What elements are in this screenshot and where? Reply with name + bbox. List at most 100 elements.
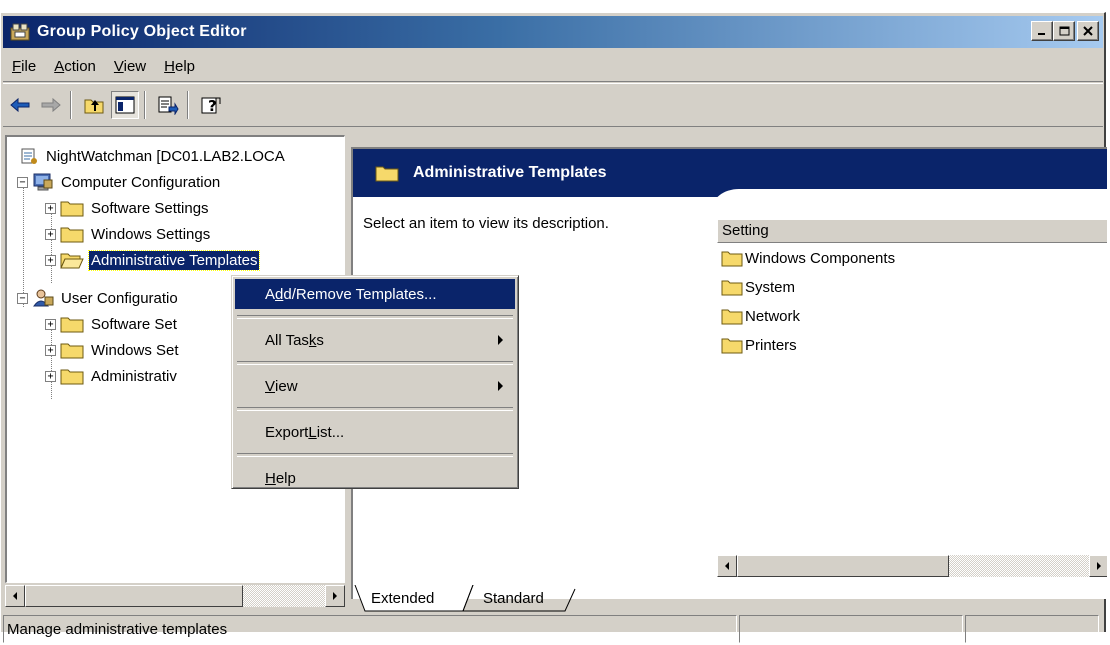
menu-file[interactable]: File [3, 58, 45, 75]
tree-label-user-configuration: User Configuratio [61, 289, 178, 307]
expand-icon[interactable]: + [45, 228, 56, 240]
triangle-left-icon [13, 592, 17, 600]
minimize-icon [1038, 33, 1045, 35]
tree-item-computer-configuration[interactable]: − Computer Configuration [17, 169, 222, 195]
folder-icon [721, 278, 743, 296]
tree-horizontal-scrollbar[interactable] [5, 585, 345, 607]
status-text: Manage administrative templates [3, 615, 737, 643]
list-item-label: Printers [745, 336, 797, 354]
tree-label-root: NightWatchman [DC01.LAB2.LOCA [46, 147, 285, 165]
folder-icon [721, 336, 743, 354]
tree-item-cc-administrative-templates[interactable]: + Administrative Templates [45, 247, 261, 273]
menu-accel: k [308, 331, 317, 349]
menu-item-view[interactable]: View [235, 371, 515, 401]
menu-view[interactable]: View [105, 58, 155, 75]
menu-action-label: ction [64, 57, 96, 75]
expand-icon[interactable]: + [45, 370, 56, 382]
expand-icon[interactable]: + [45, 344, 56, 356]
scroll-thumb[interactable] [737, 555, 949, 577]
minimize-button[interactable] [1031, 21, 1053, 41]
list-item[interactable]: Network [721, 303, 800, 329]
tree-item-user-configuration[interactable]: − User Configuratio [17, 285, 180, 311]
up-one-level-button[interactable] [80, 91, 108, 119]
close-button[interactable] [1077, 21, 1099, 41]
maximize-button[interactable] [1053, 21, 1075, 41]
scroll-left-button[interactable] [5, 585, 25, 607]
forward-arrow-icon [41, 97, 61, 113]
submenu-arrow-icon [498, 381, 503, 391]
menu-bar: File Action View Help [3, 51, 1103, 82]
menu-action[interactable]: Action [45, 58, 105, 75]
triangle-left-icon [725, 562, 729, 570]
tree-item-uc-software-settings[interactable]: + Software Set [45, 311, 179, 337]
show-hide-tree-icon [115, 96, 135, 114]
status-pane-3 [965, 615, 1099, 643]
list-item-label: Windows Components [745, 249, 896, 267]
menu-help[interactable]: Help [155, 58, 204, 75]
policy-scroll-icon [19, 146, 39, 166]
folder-icon [60, 199, 84, 217]
tree-item-root[interactable]: NightWatchman [DC01.LAB2.LOCA [19, 143, 287, 169]
folder-icon [721, 307, 743, 325]
tree-label-cc-windows-settings: Windows Settings [91, 225, 211, 243]
tree-item-cc-windows-settings[interactable]: + Windows Settings [45, 221, 212, 247]
menu-item-export-list[interactable]: Export List... [235, 417, 515, 447]
tree-item-cc-software-settings[interactable]: + Software Settings [45, 195, 211, 221]
menu-accel: d [275, 285, 284, 303]
status-pane-2 [739, 615, 963, 643]
details-header-title: Administrative Templates [413, 164, 607, 181]
scroll-left-button[interactable] [717, 555, 737, 577]
settings-list[interactable]: Setting Windows Components System Networ… [717, 217, 1107, 599]
expand-icon[interactable]: + [45, 318, 56, 330]
title-bar[interactable]: Group Policy Object Editor [3, 16, 1103, 48]
back-arrow-icon [10, 97, 30, 113]
scroll-right-button[interactable] [325, 585, 345, 607]
menu-text: Export [265, 423, 309, 441]
menu-view-label: iew [123, 57, 147, 75]
view-tabs: Extended Standard [351, 585, 1107, 613]
expand-icon[interactable]: + [45, 202, 56, 214]
menu-action-accel: A [54, 57, 65, 75]
scroll-thumb[interactable] [25, 585, 243, 607]
menu-file-label: ile [21, 57, 37, 75]
tree-label-uc-software-settings: Software Set [91, 315, 177, 333]
menu-text: All Tas [265, 331, 309, 349]
tree-item-uc-windows-settings[interactable]: + Windows Set [45, 337, 181, 363]
list-item[interactable]: Windows Components [721, 245, 895, 271]
menu-text: elp [275, 469, 296, 487]
show-hide-tree-button[interactable] [111, 91, 139, 119]
expand-icon[interactable]: + [45, 254, 56, 266]
menu-accel: H [265, 469, 276, 487]
menu-separator [237, 361, 513, 365]
tree-label-uc-windows-settings: Windows Set [91, 341, 179, 359]
tab-extended[interactable]: Extended [371, 585, 434, 611]
collapse-icon[interactable]: − [17, 292, 28, 304]
up-folder-icon [84, 99, 104, 114]
collapse-icon[interactable]: − [17, 176, 28, 188]
tree-label-computer-configuration: Computer Configuration [61, 173, 221, 191]
folder-icon [60, 341, 84, 359]
export-list-button[interactable] [154, 91, 182, 119]
back-button[interactable] [6, 91, 34, 119]
forward-button[interactable] [37, 91, 65, 119]
triangle-right-icon [1097, 562, 1101, 570]
tab-standard[interactable]: Standard [483, 585, 544, 611]
menu-help-label: elp [174, 57, 196, 75]
column-header-setting[interactable]: Setting [717, 219, 1107, 243]
menu-item-all-tasks[interactable]: All Tas k s [235, 325, 515, 355]
list-item[interactable]: Printers [721, 332, 797, 358]
submenu-arrow-icon [498, 335, 503, 345]
menu-help-accel: H [164, 57, 175, 75]
triangle-right-icon [333, 592, 337, 600]
list-horizontal-scrollbar[interactable] [717, 555, 1107, 577]
list-item-label: Network [745, 307, 801, 325]
scroll-right-button[interactable] [1089, 555, 1107, 577]
help-button[interactable]: ? [197, 91, 225, 119]
menu-separator [237, 407, 513, 411]
list-item[interactable]: System [721, 274, 795, 300]
export-list-icon [158, 96, 179, 115]
folder-icon [60, 225, 84, 243]
tree-item-uc-administrative-templates[interactable]: + Administrativ [45, 363, 179, 389]
menu-item-help[interactable]: Help [235, 463, 515, 493]
menu-item-add-remove-templates[interactable]: Ad d/Remove Templates... [235, 279, 515, 309]
